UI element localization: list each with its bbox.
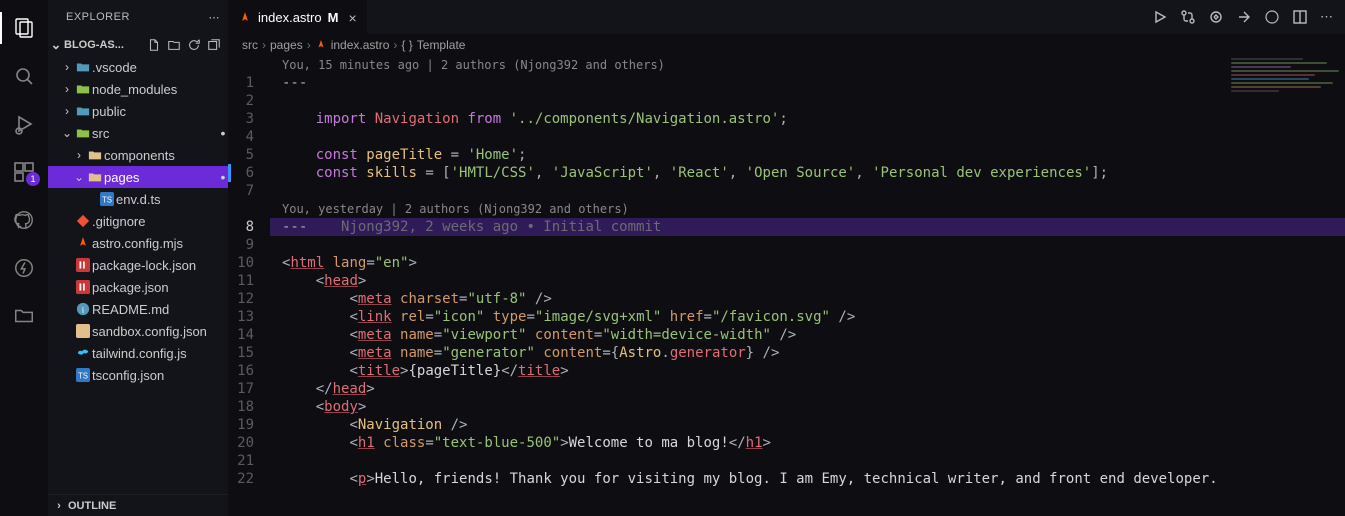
tab-index-astro[interactable]: index.astro M × <box>228 0 367 34</box>
breadcrumb-pages[interactable]: pages <box>270 38 303 52</box>
activity-search-icon[interactable] <box>0 54 48 98</box>
svg-text:TS: TS <box>78 372 88 381</box>
tab-close-icon[interactable]: × <box>348 10 356 26</box>
code-editor[interactable]: 1 2 3 4 5 6 7 8 9 10 11 12 13 14 15 16 1… <box>228 56 1345 516</box>
refresh-icon[interactable] <box>186 37 202 53</box>
breadcrumb-sep: › <box>307 38 311 52</box>
editor-group: index.astro M × ⋯ src › pages › index.as… <box>228 0 1345 516</box>
codelens-top[interactable]: You, 15 minutes ago | 2 authors (Njong39… <box>270 56 1345 74</box>
project-name: BLOG-AS... <box>64 39 146 51</box>
breadcrumb[interactable]: src › pages › index.astro › { } Template <box>228 34 1345 56</box>
tab-modified-marker: M <box>328 10 339 25</box>
collapse-all-icon[interactable] <box>206 37 222 53</box>
file--gitignore[interactable]: .gitignore <box>48 210 228 232</box>
file-tsconfig-json[interactable]: TStsconfig.json <box>48 364 228 386</box>
breadcrumb-symbol-icon: { } <box>401 38 412 52</box>
folder-components[interactable]: ›components <box>48 144 228 166</box>
astro-icon <box>238 11 252 25</box>
activity-explorer-icon[interactable] <box>0 6 48 50</box>
activity-extensions-icon[interactable]: 1 <box>0 150 48 194</box>
git-compare-icon[interactable] <box>1180 9 1196 25</box>
folder-src[interactable]: ⌄src• <box>48 122 228 144</box>
explorer-more-icon[interactable]: ⋯ <box>209 11 221 24</box>
file-package-lock-json[interactable]: package-lock.json <box>48 254 228 276</box>
breadcrumb-template[interactable]: Template <box>417 38 466 52</box>
editor-actions: ⋯ <box>1140 0 1345 34</box>
new-file-icon[interactable] <box>146 37 162 53</box>
breadcrumb-sep: › <box>262 38 266 52</box>
extensions-badge: 1 <box>26 172 40 186</box>
overflow-icon[interactable]: ⋯ <box>1320 9 1333 25</box>
explorer-title: EXPLORER <box>66 11 209 23</box>
project-section-header[interactable]: ⌄ BLOG-AS... <box>48 34 228 56</box>
file-astro-config-mjs[interactable]: astro.config.mjs <box>48 232 228 254</box>
activity-run-debug-icon[interactable] <box>0 102 48 146</box>
chevron-down-icon: ⌄ <box>48 37 64 53</box>
outline-section[interactable]: › OUTLINE <box>48 494 228 516</box>
activity-thunder-icon[interactable] <box>0 246 48 290</box>
tab-label: index.astro <box>258 10 322 25</box>
tabs-bar: index.astro M × ⋯ <box>228 0 1345 34</box>
svg-text:TS: TS <box>102 196 112 205</box>
run-icon[interactable] <box>1152 9 1168 25</box>
split-editor-icon[interactable] <box>1292 9 1308 25</box>
file-tailwind-config-js[interactable]: tailwind.config.js <box>48 342 228 364</box>
code-content[interactable]: You, 15 minutes ago | 2 authors (Njong39… <box>270 56 1345 516</box>
folder-public[interactable]: ›public <box>48 100 228 122</box>
file-sandbox-config-json[interactable]: sandbox.config.json <box>48 320 228 342</box>
chevron-right-icon: › <box>50 500 68 512</box>
astro-icon <box>315 39 327 51</box>
file-env-d-ts[interactable]: TSenv.d.ts <box>48 188 228 210</box>
explorer-sidebar: EXPLORER ⋯ ⌄ BLOG-AS... ›.vscode›node_mo… <box>48 0 228 516</box>
open-changes-icon[interactable] <box>1236 9 1252 25</box>
folder-pages[interactable]: ⌄pages• <box>48 166 228 188</box>
activity-bar: 1 <box>0 0 48 516</box>
git-blame-inline: Njong392, 2 weeks ago • Initial commit <box>307 219 661 235</box>
preview-icon[interactable] <box>1208 9 1224 25</box>
more-actions-icon[interactable] <box>1264 9 1280 25</box>
explorer-header: EXPLORER ⋯ <box>48 0 228 34</box>
breadcrumb-src[interactable]: src <box>242 38 258 52</box>
breadcrumb-file[interactable]: index.astro <box>331 38 390 52</box>
file-tree: ›.vscode›node_modules›public⌄src•›compon… <box>48 56 228 494</box>
file-package-json[interactable]: package.json <box>48 276 228 298</box>
activity-github-icon[interactable] <box>0 198 48 242</box>
file-readme-md[interactable]: iREADME.md <box>48 298 228 320</box>
new-folder-icon[interactable] <box>166 37 182 53</box>
folder--vscode[interactable]: ›.vscode <box>48 56 228 78</box>
folder-node_modules[interactable]: ›node_modules <box>48 78 228 100</box>
activity-folder-icon[interactable] <box>0 294 48 338</box>
breadcrumb-sep: › <box>393 38 397 52</box>
outline-label: OUTLINE <box>68 500 116 512</box>
line-gutter: 1 2 3 4 5 6 7 8 9 10 11 12 13 14 15 16 1… <box>228 56 270 516</box>
codelens-section2[interactable]: You, yesterday | 2 authors (Njong392 and… <box>270 200 1345 218</box>
